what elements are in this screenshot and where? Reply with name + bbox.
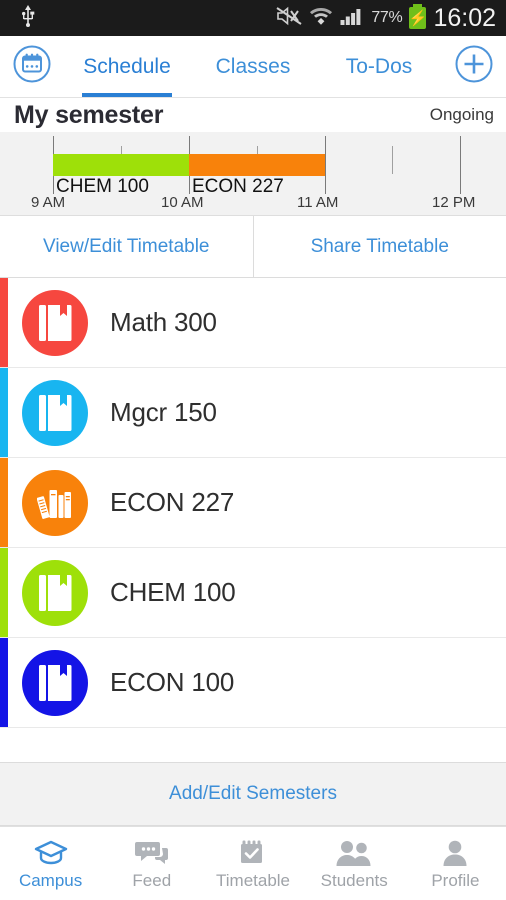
- book-icon: [22, 649, 88, 716]
- view-edit-timetable-label: View/Edit Timetable: [42, 235, 210, 257]
- nav-item-feed-label: Feed: [132, 870, 172, 890]
- person-icon: [441, 837, 469, 867]
- timeline-axis-label-9am: 9 AM: [31, 194, 66, 211]
- calendar-check-icon: [238, 837, 268, 867]
- nav-item-timetable-label: Timetable: [216, 870, 291, 890]
- tab-classes-label: Classes: [215, 54, 291, 78]
- course-name-label: Math 300: [110, 307, 217, 337]
- semester-header: My semester Ongoing: [0, 98, 506, 132]
- timeline-event-bar-econ-227[interactable]: [189, 154, 325, 176]
- course-name-label: ECON 227: [110, 487, 235, 517]
- graduation-cap-icon: [33, 837, 69, 867]
- book-icon: [22, 379, 88, 446]
- nav-item-students[interactable]: Students: [304, 827, 405, 900]
- battery-charging-icon: ⚡: [409, 4, 427, 29]
- book-icon: [22, 559, 88, 626]
- usb-icon: [20, 4, 36, 32]
- course-row-chem-100[interactable]: CHEM 100: [0, 548, 506, 638]
- book-icon: [22, 289, 88, 356]
- status-bar-right: 77% ⚡ 16:02: [276, 4, 496, 33]
- status-bar-clock: 16:02: [433, 3, 496, 32]
- view-edit-timetable-button[interactable]: View/Edit Timetable: [0, 216, 253, 277]
- timeline-axis-label-11am: 11 AM: [297, 194, 339, 211]
- books-stack-icon: [22, 469, 88, 536]
- add-button[interactable]: [442, 36, 506, 97]
- course-color-stripe: [0, 368, 8, 457]
- status-bar: 77% ⚡ 16:02: [0, 0, 506, 36]
- share-timetable-label: Share Timetable: [310, 235, 449, 257]
- wifi-icon: [309, 5, 333, 32]
- semester-status-label: Ongoing: [429, 105, 494, 124]
- tab-to-dos[interactable]: To-Dos: [316, 36, 442, 97]
- nav-item-timetable[interactable]: Timetable: [202, 827, 303, 900]
- timetable-actions: View/Edit Timetable Share Timetable: [0, 216, 506, 278]
- course-color-stripe: [0, 548, 8, 637]
- tab-list: Schedule Classes To-Dos: [64, 36, 442, 97]
- chat-bubbles-icon: [134, 837, 169, 867]
- app-screen: 77% ⚡ 16:02 Schedule Classes To-Dos My s…: [0, 0, 506, 900]
- course-color-stripe: [0, 458, 8, 547]
- course-row-math-300[interactable]: Math 300: [0, 278, 506, 368]
- calendar-icon-button[interactable]: [0, 36, 64, 97]
- timeline-axis-label-12pm: 12 PM: [432, 194, 476, 211]
- course-row-econ-227[interactable]: ECON 227: [0, 458, 506, 548]
- course-color-stripe: [0, 278, 8, 367]
- page-title: My semester: [14, 100, 164, 129]
- timeline-event-label-econ-227: ECON 227: [192, 176, 284, 197]
- add-edit-semesters-button[interactable]: Add/Edit Semesters: [0, 762, 506, 826]
- course-list: Math 300 Mgcr 150 ECON 227 CHEM 100 ECON…: [0, 278, 506, 762]
- tab-schedule-label: Schedule: [83, 54, 171, 78]
- course-name-label: CHEM 100: [110, 577, 236, 607]
- tab-classes[interactable]: Classes: [190, 36, 316, 97]
- nav-item-students-label: Students: [320, 870, 388, 890]
- nav-item-campus[interactable]: Campus: [0, 827, 101, 900]
- calendar-icon: [12, 44, 52, 89]
- add-edit-semesters-label: Add/Edit Semesters: [169, 783, 337, 804]
- volume-muted-icon: [276, 5, 302, 32]
- share-timetable-button[interactable]: Share Timetable: [252, 216, 506, 277]
- course-color-stripe: [0, 638, 8, 727]
- plus-icon: [454, 44, 494, 89]
- timeline-event-bar-chem-100[interactable]: [53, 154, 189, 176]
- nav-item-profile-label: Profile: [431, 870, 480, 890]
- course-name-label: Mgcr 150: [110, 397, 217, 427]
- timeline-tick-11am: [325, 136, 326, 194]
- status-bar-left: [20, 4, 36, 32]
- top-tab-bar: Schedule Classes To-Dos: [0, 36, 506, 98]
- course-row-econ-100[interactable]: ECON 100: [0, 638, 506, 728]
- course-row-mgcr-150[interactable]: Mgcr 150: [0, 368, 506, 458]
- timeline-tick-1130am: [392, 146, 393, 174]
- course-name-label: ECON 100: [110, 667, 235, 697]
- nav-item-campus-label: Campus: [18, 870, 83, 890]
- battery-percent-label: 77%: [371, 9, 403, 26]
- cellular-signal-icon: [340, 5, 364, 32]
- schedule-timeline[interactable]: CHEM 100 ECON 227 9 AM 10 AM 11 AM 12 PM: [0, 132, 506, 216]
- timeline-axis-label-10am: 10 AM: [161, 194, 204, 211]
- tab-schedule[interactable]: Schedule: [64, 36, 190, 97]
- people-icon: [335, 837, 373, 867]
- timeline-event-label-chem-100: CHEM 100: [56, 176, 149, 197]
- nav-item-feed[interactable]: Feed: [101, 827, 202, 900]
- tab-to-dos-label: To-Dos: [345, 54, 413, 78]
- nav-item-profile[interactable]: Profile: [405, 827, 506, 900]
- bottom-navigation: Campus Feed Timetable Students Profile: [0, 826, 506, 900]
- timeline-tick-12pm: [460, 136, 461, 194]
